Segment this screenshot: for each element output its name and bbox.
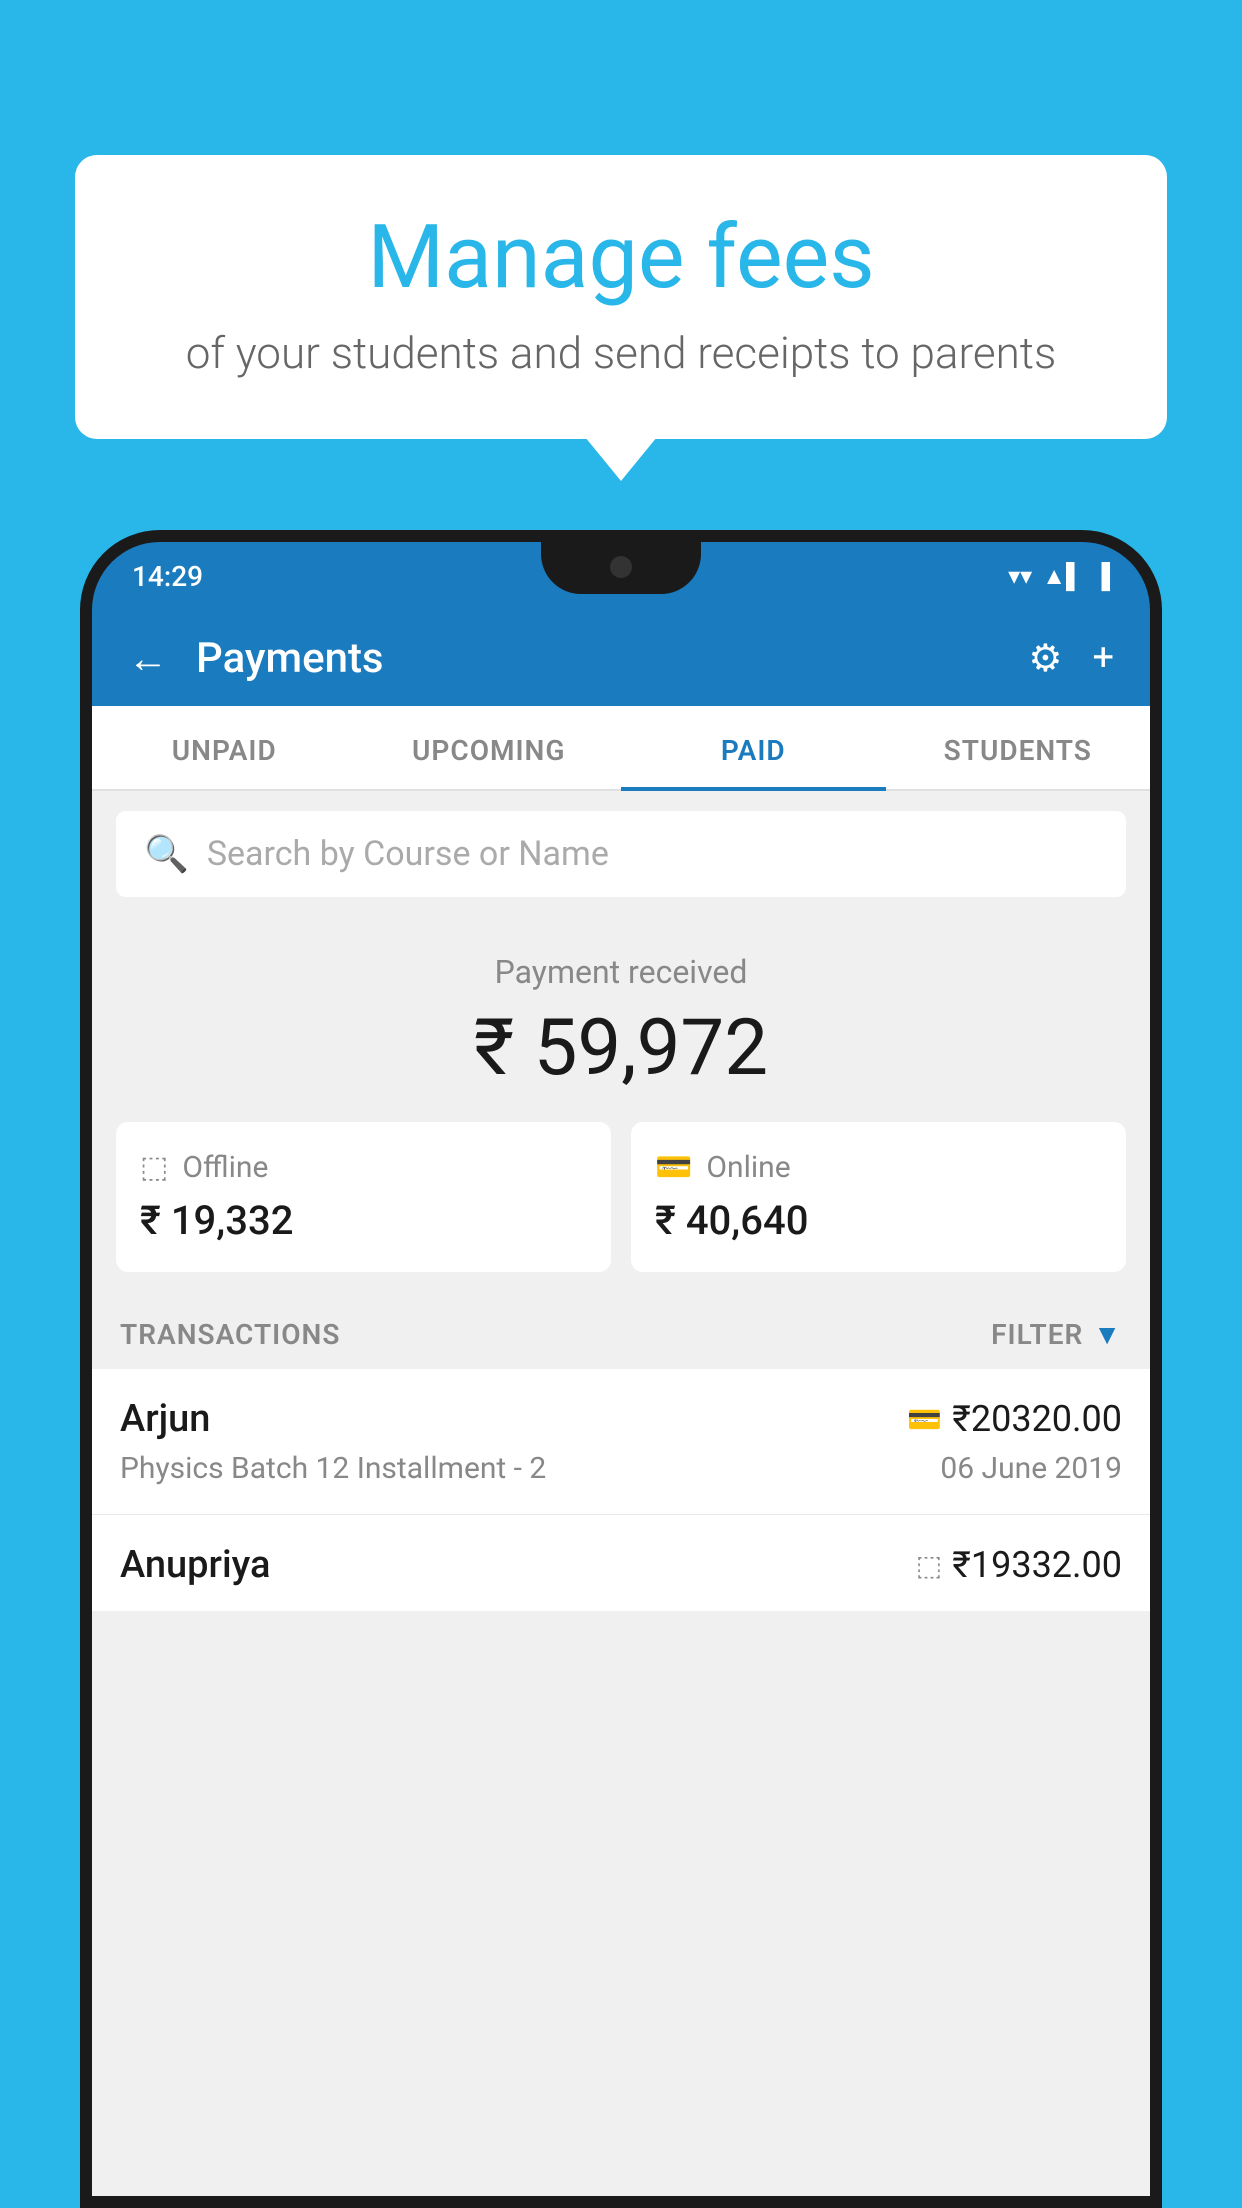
bubble-title: Manage fees: [135, 210, 1107, 307]
tab-upcoming[interactable]: UPCOMING: [357, 706, 622, 789]
transaction-detail: Physics Batch 12 Installment - 2: [120, 1451, 546, 1486]
search-icon: 🔍: [144, 833, 189, 875]
cash-payment-icon: ⬚: [916, 1549, 942, 1582]
online-card-header: 💳 Online: [655, 1150, 1102, 1185]
transactions-header: TRANSACTIONS FILTER ▼: [92, 1300, 1150, 1369]
offline-label: Offline: [182, 1150, 268, 1185]
status-time: 14:29: [132, 560, 203, 593]
tab-students[interactable]: STUDENTS: [886, 706, 1151, 789]
offline-amount: ₹ 19,332: [140, 1197, 587, 1244]
speech-bubble-container: Manage fees of your students and send re…: [75, 155, 1167, 439]
status-icons: ▾▾ ▲▌ ▐: [1008, 562, 1110, 591]
payment-total-amount: ₹ 59,972: [112, 1003, 1130, 1094]
online-payment-card: 💳 Online ₹ 40,640: [631, 1122, 1126, 1272]
online-amount: ₹ 40,640: [655, 1197, 1102, 1244]
card-payment-icon: 💳: [907, 1403, 942, 1436]
battery-icon: ▐: [1093, 562, 1110, 591]
transaction-row-top: Arjun 💳 ₹20320.00: [120, 1397, 1122, 1441]
tab-unpaid[interactable]: UNPAID: [92, 706, 357, 789]
transaction-row[interactable]: Arjun 💳 ₹20320.00 Physics Batch 12 Insta…: [92, 1369, 1150, 1515]
bubble-subtitle: of your students and send receipts to pa…: [135, 327, 1107, 379]
filter-button[interactable]: FILTER ▼: [991, 1318, 1122, 1351]
online-icon: 💳: [655, 1150, 692, 1185]
transaction-row[interactable]: Anupriya ⬚ ₹19332.00: [92, 1515, 1150, 1611]
status-bar: 14:29 ▾▾ ▲▌ ▐: [92, 542, 1150, 610]
transaction-amount: 💳 ₹20320.00: [907, 1398, 1122, 1440]
online-label: Online: [706, 1150, 790, 1185]
transaction-date: 06 June 2019: [940, 1451, 1122, 1486]
filter-label: FILTER: [991, 1318, 1083, 1351]
transaction-amount-value: ₹20320.00: [952, 1398, 1122, 1440]
transactions-label: TRANSACTIONS: [120, 1318, 340, 1351]
search-bar[interactable]: 🔍 Search by Course or Name: [116, 811, 1126, 897]
header-icons: ⚙ +: [1028, 636, 1114, 681]
tabs-bar: UNPAID UPCOMING PAID STUDENTS: [92, 706, 1150, 791]
transaction-row-top: Anupriya ⬚ ₹19332.00: [120, 1543, 1122, 1587]
offline-card-header: ⬚ Offline: [140, 1150, 587, 1185]
offline-icon: ⬚: [140, 1150, 168, 1185]
wifi-icon: ▾▾: [1008, 562, 1032, 590]
notch-camera: [610, 556, 632, 578]
offline-payment-card: ⬚ Offline ₹ 19,332: [116, 1122, 611, 1272]
phone-frame: 14:29 ▾▾ ▲▌ ▐ ← Payments ⚙ + UNPAID UPCO…: [80, 530, 1162, 2208]
settings-icon[interactable]: ⚙: [1028, 636, 1062, 681]
payment-received-label: Payment received: [112, 953, 1130, 991]
back-button[interactable]: ←: [128, 635, 168, 682]
page-title: Payments: [196, 634, 1000, 683]
filter-icon: ▼: [1093, 1318, 1122, 1351]
app-header: ← Payments ⚙ +: [92, 610, 1150, 706]
transaction-amount-value: ₹19332.00: [952, 1544, 1122, 1586]
transaction-name: Arjun: [120, 1397, 210, 1441]
add-icon[interactable]: +: [1092, 636, 1114, 680]
payment-summary: Payment received ₹ 59,972: [92, 917, 1150, 1122]
payment-cards: ⬚ Offline ₹ 19,332 💳 Online ₹ 40,640: [92, 1122, 1150, 1300]
transaction-amount: ⬚ ₹19332.00: [916, 1544, 1122, 1586]
transaction-name: Anupriya: [120, 1543, 270, 1587]
notch: [541, 542, 701, 594]
transaction-row-bottom: Physics Batch 12 Installment - 2 06 June…: [120, 1451, 1122, 1486]
app-content: 🔍 Search by Course or Name Payment recei…: [92, 791, 1150, 2208]
speech-bubble: Manage fees of your students and send re…: [75, 155, 1167, 439]
tab-paid[interactable]: PAID: [621, 706, 886, 789]
signal-icon: ▲▌: [1042, 562, 1083, 591]
search-input[interactable]: Search by Course or Name: [207, 834, 609, 874]
